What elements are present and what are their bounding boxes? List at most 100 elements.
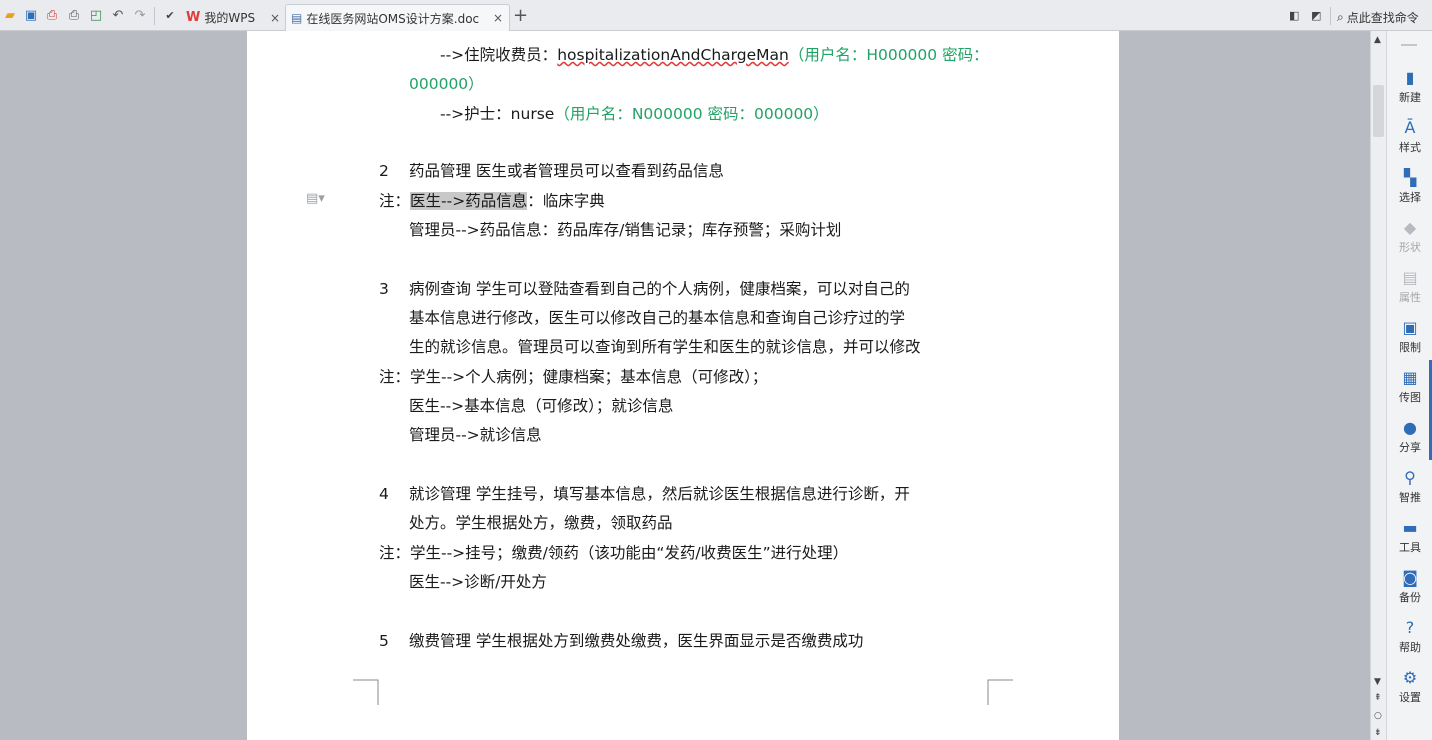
credentials-note: 000000） [409,75,484,93]
text-line: 管理员-->就诊信息 [409,426,542,444]
panel-tools[interactable]: ▬ 工具 [1387,519,1432,555]
text-line: 生的就诊信息。管理员可以查询到所有学生和医生的就诊信息，并可以修改 [409,338,921,356]
select-browse-icon[interactable]: ○ [1374,711,1382,721]
select-icon: ▚ [1403,168,1417,187]
command-search[interactable]: ⌕ 点此查找命令 [1337,9,1419,26]
text-line: 基本信息进行修改，医生可以修改自己的基本信息和查询自己诊疗过的学 [409,309,906,327]
help-icon: ? [1405,618,1415,637]
margin-mark-left [353,679,379,705]
properties-icon: ▤ [1402,268,1418,287]
panel-shape[interactable]: ◆ 形状 [1387,219,1432,255]
paragraph-menu-icon[interactable]: ▤▾ [306,191,325,206]
redo-icon[interactable]: ↷ [132,8,148,24]
panel-label: 传图 [1399,391,1421,404]
save-icon[interactable]: ▣ [23,8,39,24]
panel-settings[interactable]: ⚙ 设置 [1387,669,1432,705]
text-line: -->护士：nurse [440,105,555,123]
command-search-label: 点此查找命令 [1346,11,1419,25]
panel-label: 限制 [1399,341,1421,354]
credentials-note: （用户名：H000000 密码： [788,46,989,64]
undo-icon[interactable]: ↶ [110,8,126,24]
section-heading: 病例查询 学生可以登陆查看到自己的个人病例，健康档案，可以对自己的 [409,280,910,298]
panel-label: 属性 [1399,291,1421,304]
text-line: -->住院收费员： [440,46,558,64]
tab-label: 我的WPS [204,11,256,25]
wps-logo-icon: W [186,10,201,25]
next-page-icon[interactable]: ⇟ [1374,728,1382,738]
toolbar-divider [154,7,155,25]
panel-smart-push[interactable]: ⚲ 智推 [1387,469,1432,505]
close-tab-icon[interactable]: × [270,11,280,25]
restrict-icon: ▣ [1402,318,1418,337]
share-icon: ● [1403,418,1417,437]
close-tab-icon[interactable]: × [493,11,503,25]
cloud-doc-icon[interactable]: ◧ [1289,9,1299,22]
style-icon: Ā [1404,118,1416,137]
panel-select[interactable]: ▚ 选择 [1387,169,1432,205]
smart-push-icon: ⚲ [1404,468,1416,487]
margin-mark-right [987,679,1013,705]
section-number: 2 [379,162,389,180]
vertical-scrollbar[interactable]: ▲ ▼ ⇞ ○ ⇟ [1370,31,1386,740]
text-line: 注：学生-->个人病例；健康档案；基本信息（可修改）； [379,368,768,386]
panel-label: 选择 [1399,191,1421,204]
panel-label: 备份 [1399,591,1421,604]
section-heading: 药品管理 医生或者管理员可以查看到药品信息 [409,162,724,180]
quick-access-dropdown-icon[interactable]: ✔ [162,8,178,24]
text-line: 医生-->诊断/开处方 [409,573,547,591]
credentials-note: （用户名：N000000 密码：000000） [554,105,829,123]
text-line: 医生-->基本信息（可修改）；就诊信息 [409,397,674,415]
backup-icon: ◙ [1402,568,1418,587]
text-line: 处方。学生根据处方，缴费，领取药品 [409,514,673,532]
shape-icon: ◆ [1403,218,1417,237]
text-line: 管理员-->药品信息：药品库存/销售记录；库存预警；采购计划 [409,221,842,239]
panel-label: 智推 [1399,491,1421,504]
panel-label: 样式 [1399,141,1421,154]
panel-style[interactable]: Ā 样式 [1387,119,1432,155]
highlighted-text: 医生-->药品信息 [410,192,528,210]
scrollbar-thumb[interactable] [1373,85,1384,137]
tab-label: 在线医务网站OMS设计方案.doc [306,11,480,26]
scroll-up-icon[interactable]: ▲ [1374,35,1381,45]
export-pdf-icon[interactable]: ⎙ [44,8,60,24]
feedback-icon[interactable]: ◩ [1311,9,1321,22]
tab-document[interactable]: ▤ 在线医务网站OMS设计方案.doc × [285,4,510,31]
scroll-down-icon[interactable]: ▼ [1374,677,1381,687]
task-pane: ▮ 新建 Ā 样式 ▚ 选择 ◆ 形状 ▤ 属性 ▣ 限制 ▦ 传图 ● 分享 ⚲ 智推 ▬ 工具 … [1386,31,1432,740]
panel-restrict[interactable]: ▣ 限制 [1387,319,1432,355]
print-preview-icon[interactable]: ◰ [88,8,104,24]
panel-backup[interactable]: ◙ 备份 [1387,569,1432,605]
section-number: 5 [379,632,389,650]
panel-send-image[interactable]: ▦ 传图 [1387,369,1432,405]
panel-new[interactable]: ▮ 新建 [1387,69,1432,105]
new-doc-icon: ▮ [1405,68,1415,87]
text-line: ：临床字典 [527,192,605,210]
open-folder-icon[interactable]: ▰ [2,8,18,24]
section-number: 4 [379,485,389,503]
prev-page-icon[interactable]: ⇞ [1374,693,1382,703]
panel-label: 设置 [1399,691,1421,704]
section-number: 3 [379,280,389,298]
pane-grip [1401,44,1417,46]
print-icon[interactable]: ⎙ [66,8,82,24]
toolbar-divider [1330,7,1331,25]
document-page[interactable]: -->住院收费员：hospitalizationAndChargeMan（用户名… [247,31,1119,740]
settings-icon: ⚙ [1402,668,1418,687]
panel-label: 工具 [1399,541,1421,554]
note-prefix: 注： [379,192,411,210]
panel-label: 分享 [1399,441,1421,454]
tab-my-wps[interactable]: W 我的WPS × [186,4,284,31]
title-bar: ▰ ▣ ⎙ ⎙ ◰ ↶ ↷ ✔ W 我的WPS × ▤ 在线医务网站OMS设计方… [0,0,1432,31]
new-tab-button[interactable]: + [513,6,528,26]
panel-properties[interactable]: ▤ 属性 [1387,269,1432,305]
panel-help[interactable]: ? 帮助 [1387,619,1432,655]
section-heading: 缴费管理 学生根据处方到缴费处缴费，医生界面显示是否缴费成功 [409,632,864,650]
misspelled-word: hospitalizationAndChargeMan [557,46,789,64]
send-image-icon: ▦ [1402,368,1418,387]
text-line: 注：学生-->挂号；缴费/领药（该功能由“发药/收费医生”进行处理） [379,544,849,562]
panel-share[interactable]: ● 分享 [1387,419,1432,455]
panel-label: 帮助 [1399,641,1421,654]
panel-label: 形状 [1399,241,1421,254]
panel-label: 新建 [1399,91,1421,104]
tools-icon: ▬ [1402,518,1418,537]
